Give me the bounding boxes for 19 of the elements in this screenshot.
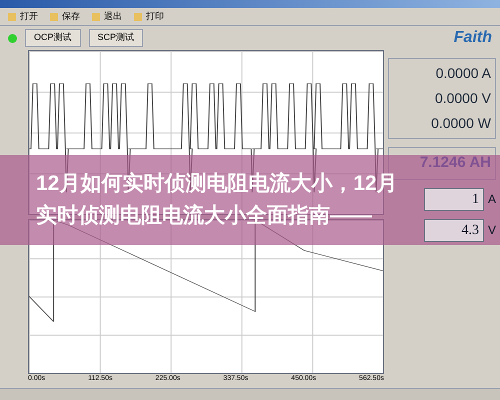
- overlay-title: 12月如何实时侦测电阻电流大小，12月实时侦测电阻电流大小全面指南——: [36, 170, 399, 229]
- toolbar-button[interactable]: 退出: [92, 10, 122, 24]
- tab[interactable]: SCP测试: [88, 29, 144, 47]
- tab[interactable]: OCP测试: [25, 29, 81, 47]
- toolbar-button[interactable]: 打开: [8, 10, 38, 24]
- reading-value: 0.0000 A: [436, 64, 491, 83]
- reading-value: 0.0000 V: [434, 89, 491, 108]
- setting-field[interactable]: 4.3: [424, 218, 484, 242]
- document-icon: [92, 12, 100, 20]
- document-icon: [134, 12, 142, 20]
- unit-label: V: [488, 222, 496, 239]
- document-icon: [8, 12, 16, 20]
- document-icon: [50, 12, 58, 20]
- toolbar-button[interactable]: 打印: [134, 10, 164, 24]
- toolbar-button[interactable]: 保存: [50, 10, 80, 24]
- reading-value: 0.0000 W: [431, 114, 491, 133]
- setting-field[interactable]: 1: [424, 188, 484, 210]
- brand-logo: Faith: [454, 28, 492, 48]
- unit-label: A: [488, 191, 496, 208]
